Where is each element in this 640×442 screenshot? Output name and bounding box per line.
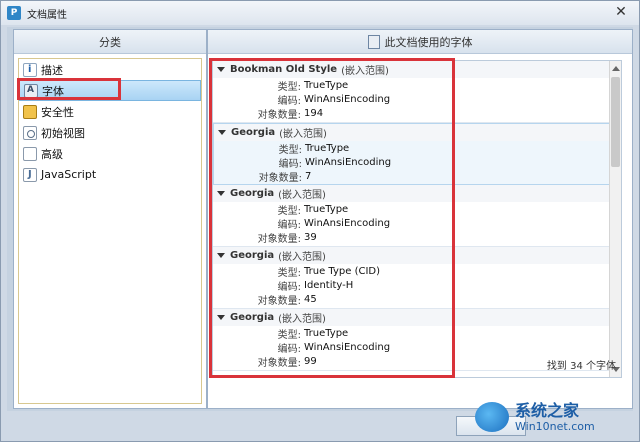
info-icon: [23, 62, 37, 77]
watermark: 系统之家 Win10net.com: [475, 397, 635, 437]
javascript-icon: [23, 167, 37, 182]
sidebar-item-label: JavaScript: [41, 168, 97, 181]
annotation-highlight-box: [17, 78, 121, 100]
sidebar-item-label: 安全性: [41, 105, 74, 119]
lock-icon: [23, 104, 37, 119]
document-font-icon: [367, 34, 380, 49]
close-button[interactable]: ✕: [611, 3, 631, 21]
sidebar-item-label: 初始视图: [41, 126, 85, 140]
advanced-icon: [23, 146, 37, 161]
window-title: 文档属性: [27, 9, 67, 21]
document-properties-window: P 文档属性 ✕ 分类 描述 字体 安全性: [0, 0, 640, 442]
category-header: 分类: [14, 30, 206, 54]
scrollbar-thumb[interactable]: [611, 77, 620, 167]
sidebar-item-initial-view[interactable]: 初始视图: [19, 122, 201, 143]
fonts-header-title: 此文档使用的字体: [384, 35, 473, 49]
sidebar-item-label: 描述: [41, 63, 63, 77]
category-list: 描述 字体 安全性 初始视图 高级: [18, 58, 202, 404]
title-bar[interactable]: P 文档属性 ✕: [1, 1, 639, 25]
vertical-scrollbar[interactable]: [609, 61, 621, 377]
sidebar-item-description[interactable]: 描述: [19, 59, 201, 80]
annotation-highlight-box: [209, 58, 455, 378]
app-logo-icon: P: [7, 6, 21, 20]
sidebar-item-advanced[interactable]: 高级: [19, 143, 201, 164]
watermark-url: Win10net.com: [515, 419, 595, 433]
sidebar-item-javascript[interactable]: JavaScript: [19, 164, 201, 185]
sidebar-item-label: 高级: [41, 147, 63, 161]
scroll-up-arrow-icon[interactable]: [612, 66, 620, 71]
fonts-found-count: 找到 34 个字体: [546, 361, 616, 372]
watermark-brand: 系统之家: [515, 400, 580, 420]
fonts-header: 此文档使用的字体: [208, 30, 632, 54]
view-icon: [23, 125, 37, 140]
watermark-logo-icon: [475, 402, 509, 432]
sidebar-item-security[interactable]: 安全性: [19, 101, 201, 122]
